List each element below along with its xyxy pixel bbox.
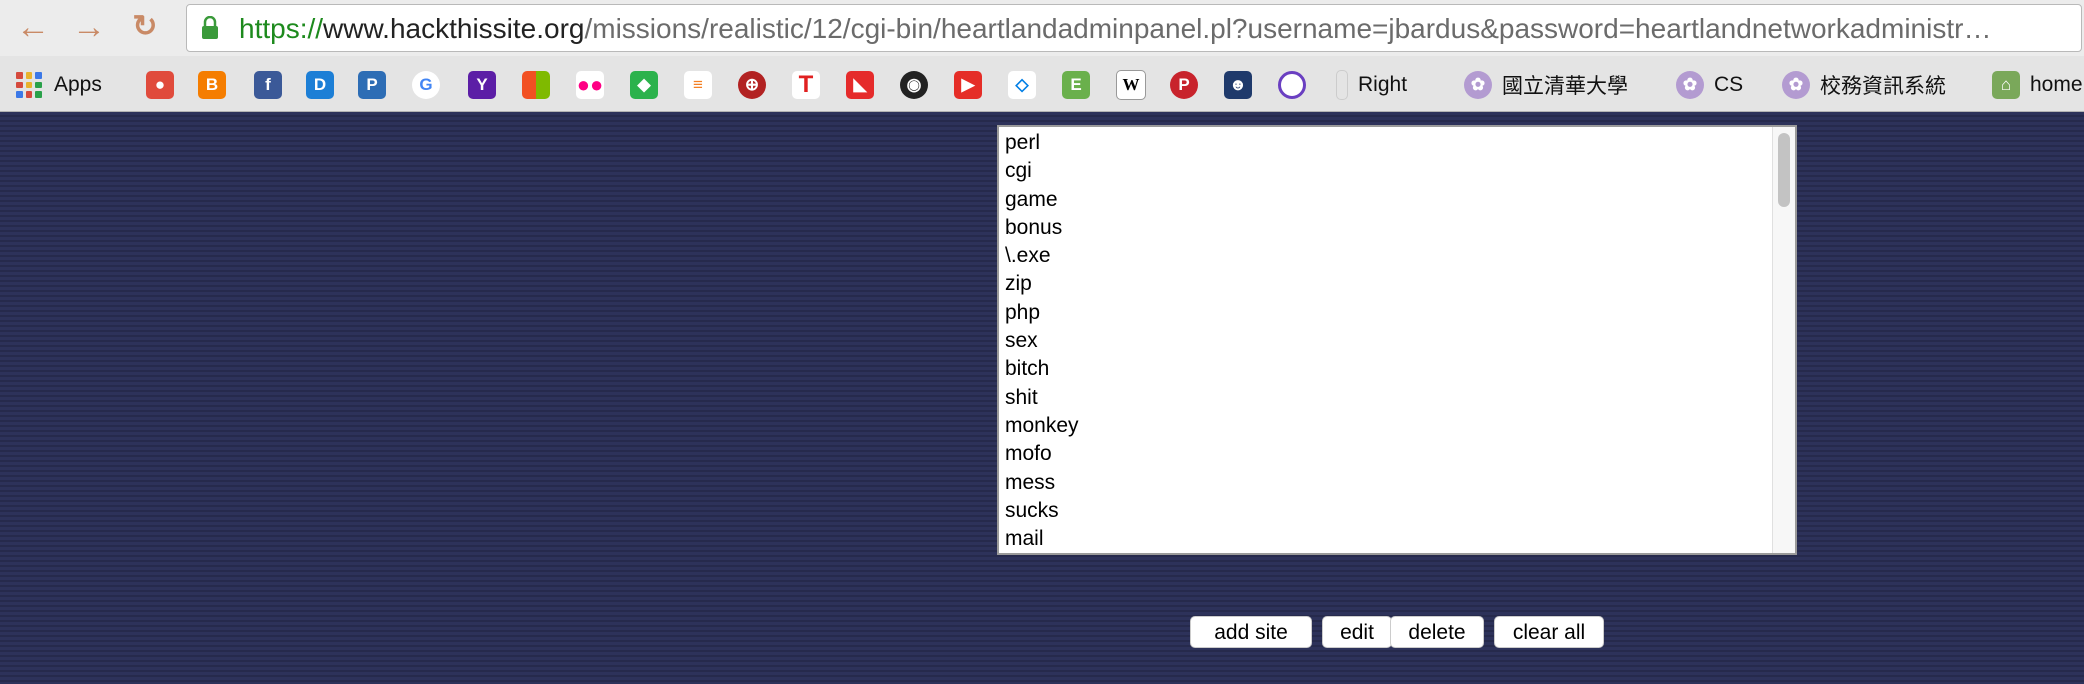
url-scheme: https:// xyxy=(239,13,324,44)
circle-logo-icon: ⊕ xyxy=(738,71,766,99)
reload-icon[interactable]: ↻ xyxy=(126,8,164,46)
page-icon xyxy=(1336,70,1348,100)
list-option[interactable]: game xyxy=(1005,186,1789,214)
bookmark-red-flag[interactable]: ◣ xyxy=(846,70,884,100)
listbox-scrollbar[interactable] xyxy=(1772,127,1795,553)
bookmark-apps[interactable]: Apps xyxy=(16,70,102,100)
page-content: perl cgi game bonus \.exe zip php sex bitch shit m… xyxy=(0,112,2084,684)
bookmark-school-system-label: 校務資訊系統 xyxy=(1820,75,1946,98)
list-option[interactable]: shit xyxy=(1005,384,1789,412)
bookmark-github[interactable]: ◉ xyxy=(900,70,938,100)
forward-arrow-icon[interactable]: → xyxy=(70,8,108,46)
bookmark-circle[interactable]: ⊕ xyxy=(738,70,776,100)
bookmark-microsoft[interactable] xyxy=(522,70,560,100)
flickr-icon: ●● xyxy=(576,71,604,99)
bookmark-wikipedia[interactable]: W xyxy=(1116,70,1156,100)
list-option[interactable]: bitch xyxy=(1005,355,1789,383)
list-option[interactable]: php xyxy=(1005,299,1789,327)
list-option[interactable]: mail xyxy=(1005,525,1789,553)
t-icon: T xyxy=(792,71,820,99)
yahoo-icon: Y xyxy=(468,71,496,99)
google-icon: G xyxy=(412,71,440,99)
bookmark-apps-label: Apps xyxy=(54,73,102,96)
bookmark-feedly[interactable]: ◆ xyxy=(630,70,668,100)
bookmark-stackoverflow[interactable]: ≡ xyxy=(684,70,722,100)
dropbox-icon: ◇ xyxy=(1008,71,1036,99)
bookmark-nthu[interactable]: ✿ 國立清華大學 xyxy=(1464,70,1628,100)
bookmark-google[interactable]: G xyxy=(412,70,450,100)
bookmark-yahoo[interactable]: Y xyxy=(468,70,506,100)
bookmark-flickr[interactable]: ●● xyxy=(576,70,614,100)
cs-seal-icon: ✿ xyxy=(1676,71,1704,99)
pinterest-icon: P xyxy=(1170,71,1198,99)
bookmark-dropbox[interactable]: ◇ xyxy=(1008,70,1046,100)
bookmark-right-label: Right xyxy=(1358,73,1408,96)
bookmark-purple-circle[interactable] xyxy=(1278,70,1316,100)
listbox-options: perl cgi game bonus \.exe zip php sex bitch shit m… xyxy=(999,127,1795,553)
bookmark-pinterest[interactable]: P xyxy=(1170,70,1208,100)
bookmark-maps[interactable]: ● xyxy=(146,70,184,100)
back-arrow-icon[interactable]: ← xyxy=(14,8,52,46)
blocked-words-listbox[interactable]: perl cgi game bonus \.exe zip php sex bitch shit m… xyxy=(997,125,1797,555)
blogger-icon: B xyxy=(198,71,226,99)
lock-icon xyxy=(202,16,218,39)
school-seal-icon: ✿ xyxy=(1782,71,1810,99)
bookmarks-bar: Apps ● B f D P G Y ●● ◆ ≡ ⊕ T ◣ ◉ ▶ ◇ E … xyxy=(0,56,2084,112)
ninja-icon: ☻ xyxy=(1224,71,1252,99)
bookmark-ninja[interactable]: ☻ xyxy=(1224,70,1262,100)
map-pin-icon: ● xyxy=(146,71,174,99)
bookmark-youtube[interactable]: ▶ xyxy=(954,70,992,100)
bookmark-t[interactable]: T xyxy=(792,70,830,100)
nthu-seal-icon: ✿ xyxy=(1464,71,1492,99)
bookmark-p[interactable]: P xyxy=(358,70,396,100)
feedly-icon: ◆ xyxy=(630,71,658,99)
apps-grid-icon xyxy=(16,72,42,98)
list-option[interactable]: monkey xyxy=(1005,412,1789,440)
bookmark-cs[interactable]: ✿ CS xyxy=(1676,70,1743,100)
url-text: https://www.hackthissite.org/missions/re… xyxy=(239,13,1991,45)
red-flag-icon: ◣ xyxy=(846,71,874,99)
list-option[interactable]: zip xyxy=(1005,270,1789,298)
edit-button[interactable]: edit xyxy=(1322,616,1392,648)
wikipedia-icon: W xyxy=(1116,70,1146,100)
stackoverflow-icon: ≡ xyxy=(684,71,712,99)
list-option[interactable]: \.exe xyxy=(1005,242,1789,270)
bookmark-blogger[interactable]: B xyxy=(198,70,236,100)
list-option[interactable]: mofo xyxy=(1005,440,1789,468)
purple-circle-icon xyxy=(1278,71,1306,99)
bookmark-school-system[interactable]: ✿ 校務資訊系統 xyxy=(1782,70,1946,100)
list-option[interactable]: bonus xyxy=(1005,214,1789,242)
bookmark-cs-label: CS xyxy=(1714,73,1744,96)
list-option[interactable]: cgi xyxy=(1005,157,1789,185)
home-icon: ⌂ xyxy=(1992,71,2020,99)
facebook-icon: f xyxy=(254,71,282,99)
bookmark-home[interactable]: ⌂ home xyxy=(1992,70,2083,100)
bookmark-home-label: home xyxy=(2030,73,2083,96)
bookmark-right[interactable]: Right xyxy=(1336,70,1407,100)
microsoft-icon xyxy=(522,71,550,99)
bookmark-nthu-label: 國立清華大學 xyxy=(1502,75,1628,98)
pin-page-icon: P xyxy=(358,71,386,99)
evernote-icon: E xyxy=(1062,71,1090,99)
list-option[interactable]: sucks xyxy=(1005,497,1789,525)
clear-all-button[interactable]: clear all xyxy=(1494,616,1604,648)
bookmark-facebook[interactable]: f xyxy=(254,70,292,100)
scrollbar-thumb[interactable] xyxy=(1778,133,1790,207)
d-icon: D xyxy=(306,71,334,99)
github-icon: ◉ xyxy=(900,71,928,99)
list-option[interactable]: mess xyxy=(1005,469,1789,497)
add-site-button[interactable]: add site xyxy=(1190,616,1312,648)
youtube-icon: ▶ xyxy=(954,71,982,99)
address-bar[interactable]: https://www.hackthissite.org/missions/re… xyxy=(186,4,2082,52)
bookmark-d[interactable]: D xyxy=(306,70,344,100)
list-option[interactable]: sex xyxy=(1005,327,1789,355)
bookmark-evernote[interactable]: E xyxy=(1062,70,1100,100)
url-host: www.hackthissite.org xyxy=(323,13,585,44)
browser-toolbar: ← → ↻ https://www.hackthissite.org/missi… xyxy=(0,0,2084,56)
delete-button[interactable]: delete xyxy=(1390,616,1484,648)
url-path: /missions/realistic/12/cgi-bin/heartland… xyxy=(584,13,1992,44)
list-option[interactable]: perl xyxy=(1005,129,1789,157)
